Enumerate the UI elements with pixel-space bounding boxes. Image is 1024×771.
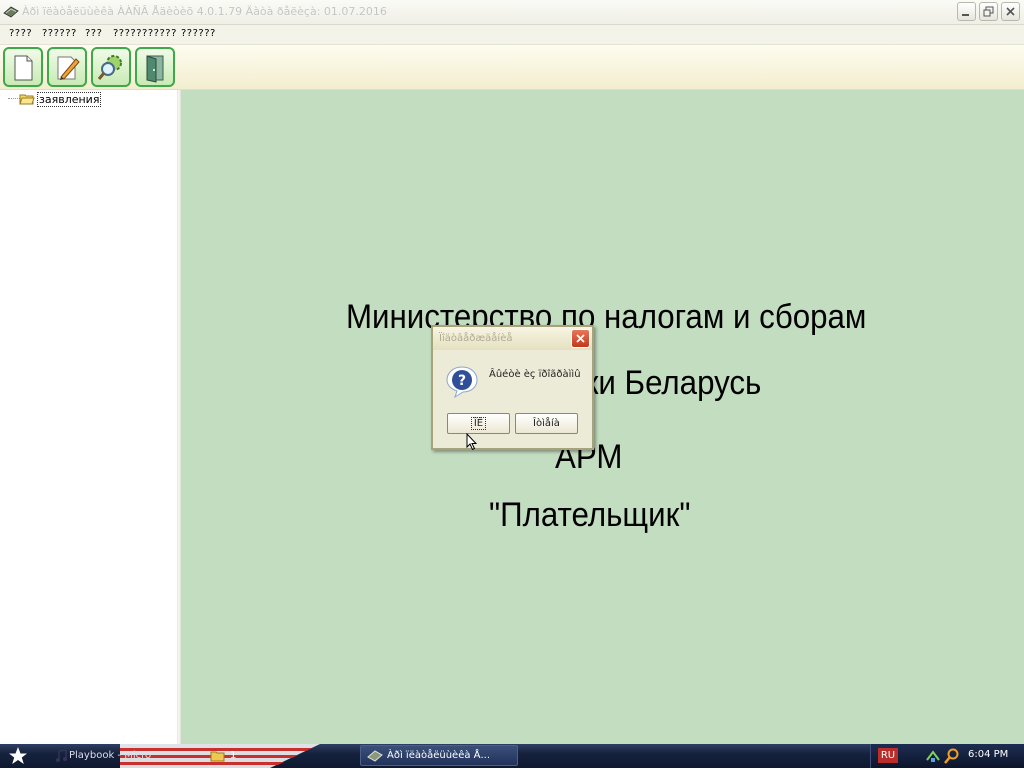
dialog-title: Ïîäòâåðæäåíèå: [439, 333, 513, 344]
edit-pencil-icon: [57, 56, 80, 80]
system-tray: RU 6:04 PM: [870, 744, 1024, 768]
minimize-button[interactable]: [957, 2, 976, 21]
dialog-message: Âûéòè èç ïðîãðàììû: [489, 369, 581, 380]
confirm-exit-dialog: Ïîäòâåðæäåíèå ? Âûéòè èç ïðîãðàììû ÎÊ Îò…: [431, 325, 594, 450]
new-document-button[interactable]: [3, 47, 43, 87]
taskbar-item-arm[interactable]: Àðì ïëàòåëüùèêà Å...: [360, 745, 518, 766]
network-icon[interactable]: [925, 748, 941, 767]
dialog-title-bar[interactable]: Ïîäòâåðæäåíèå: [433, 327, 592, 350]
clock[interactable]: 6:04 PM: [968, 749, 1008, 760]
folder-icon: [19, 92, 35, 109]
banner-line-ministry: Министерство по налогам и сборам: [346, 298, 867, 336]
dialog-ok-button[interactable]: ÎÊ: [447, 413, 510, 434]
tree-item-applications[interactable]: заявления: [37, 92, 102, 107]
app-book-icon: [367, 749, 383, 765]
star-icon: [9, 747, 27, 764]
close-icon: [576, 334, 585, 343]
close-icon: [1006, 7, 1015, 16]
taskbar-item-label: 1: [230, 750, 237, 761]
restore-button[interactable]: [979, 2, 998, 21]
restore-icon: [983, 6, 994, 17]
navigation-tree: заявления: [0, 90, 177, 744]
close-button[interactable]: [1001, 2, 1020, 21]
search-icon[interactable]: [944, 748, 960, 767]
menu-item-3[interactable]: ???: [85, 28, 102, 39]
toolbar: [0, 45, 1024, 90]
banner-line-payer: "Плательщик": [489, 496, 691, 534]
minimize-icon: [962, 14, 969, 16]
dialog-ok-label: ÎÊ: [470, 417, 487, 430]
language-indicator[interactable]: RU: [878, 748, 898, 763]
main-content-area: Министерство по налогам и сборам Республ…: [181, 90, 1024, 744]
menu-item-2[interactable]: ??????: [42, 28, 77, 39]
edit-button[interactable]: [47, 47, 87, 87]
dialog-close-button[interactable]: [571, 329, 590, 348]
folder-icon: [210, 749, 226, 765]
taskbar-item-folder[interactable]: 1: [203, 745, 353, 766]
svg-text:?: ?: [458, 373, 466, 389]
search-settings-button[interactable]: [91, 47, 131, 87]
dialog-cancel-button[interactable]: Îòìåíà: [515, 413, 578, 434]
taskbar-item-label: Àðì ïëàòåëüùèêà Å...: [387, 750, 491, 761]
menu-item-5[interactable]: ??????: [181, 28, 216, 39]
app-book-icon: [3, 4, 19, 20]
music-note-icon: [55, 749, 69, 765]
exit-door-icon: [146, 55, 164, 83]
window-title: Àðì ïëàòåëüùèêà ÀÀÑÂ Åäèòèõ 4.0.1.79 Äàò…: [22, 5, 387, 18]
search-settings-icon: [97, 55, 122, 80]
question-icon: ?: [445, 365, 479, 402]
taskbar: Playbook - Micro 1 Àðì ïëàòåëüùèêà Å... …: [0, 744, 1024, 768]
mouse-cursor-icon: [466, 432, 478, 454]
new-document-icon: [14, 55, 33, 81]
exit-button[interactable]: [135, 47, 175, 87]
window-title-bar[interactable]: Àðì ïëàòåëüùèêà ÀÀÑÂ Åäèòèõ 4.0.1.79 Äàò…: [0, 0, 1024, 25]
dialog-cancel-label: Îòìåíà: [533, 418, 560, 429]
taskbar-item-label: Playbook - Micro: [69, 750, 152, 761]
menu-bar: ???? ?????? ??? ??????????? ??????: [0, 25, 1024, 45]
menu-item-4[interactable]: ???????????: [113, 28, 177, 39]
menu-item-1[interactable]: ????: [9, 28, 32, 39]
taskbar-item-playbook[interactable]: Playbook - Micro: [48, 745, 198, 766]
start-button[interactable]: [0, 744, 42, 768]
